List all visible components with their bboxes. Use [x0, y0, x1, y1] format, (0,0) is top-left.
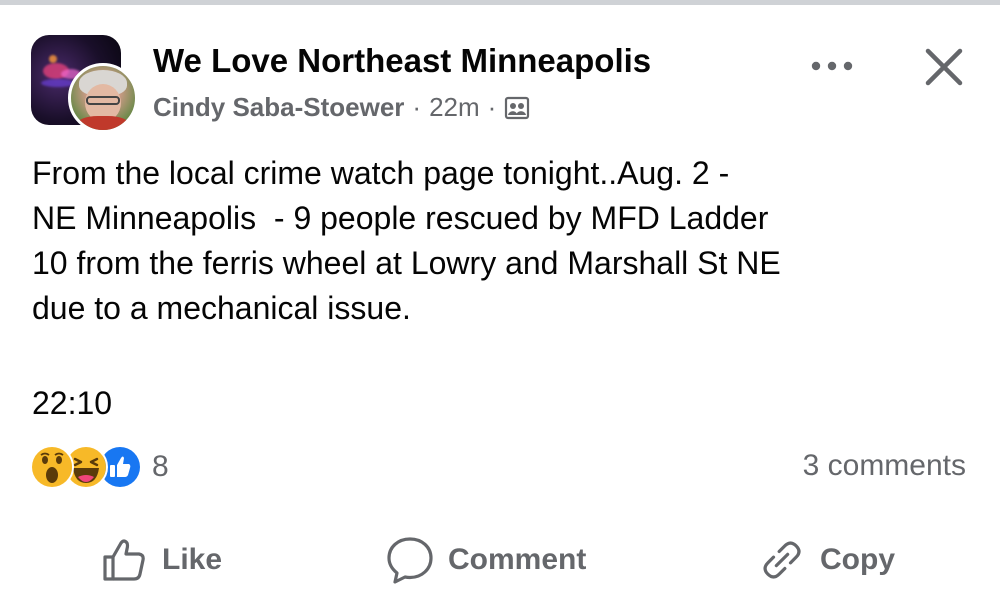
post-card: We Love Northeast Minneapolis Cindy Saba… — [0, 5, 1000, 612]
thumbs-up-icon — [98, 534, 150, 586]
like-label: Like — [162, 543, 223, 576]
reaction-count: 8 — [152, 450, 169, 483]
wow-reaction-icon — [30, 445, 74, 489]
comment-button[interactable]: Comment — [384, 533, 586, 587]
post-time-ago[interactable]: 22m — [429, 92, 480, 123]
author-name[interactable]: Cindy Saba-Stoewer — [153, 92, 404, 123]
copy-link-button[interactable]: Copy — [756, 533, 895, 587]
post-meta: Cindy Saba-Stoewer · 22m · — [153, 92, 530, 123]
comment-label: Comment — [448, 543, 587, 576]
close-button[interactable] — [918, 43, 970, 95]
close-icon — [923, 46, 965, 93]
comment-bubble-icon — [384, 534, 436, 586]
meta-separator: · — [487, 92, 497, 122]
more-options-button[interactable] — [806, 50, 858, 86]
copy-label: Copy — [820, 543, 895, 576]
more-horizontal-icon — [809, 59, 855, 77]
link-icon — [756, 534, 808, 586]
post-actions-bar: Like Comment Copy — [0, 525, 1000, 595]
reactions-summary[interactable]: 8 — [30, 445, 169, 489]
comments-count-link[interactable]: 3 comments — [803, 449, 966, 483]
author-avatar[interactable] — [68, 63, 138, 133]
like-button[interactable]: Like — [98, 533, 222, 587]
group-members-icon — [504, 95, 530, 121]
post-timestamp: 22:10 — [32, 385, 113, 421]
meta-separator: · — [412, 92, 422, 122]
group-name[interactable]: We Love Northeast Minneapolis — [153, 42, 651, 80]
post-body: From the local crime watch page tonight.… — [32, 155, 781, 326]
